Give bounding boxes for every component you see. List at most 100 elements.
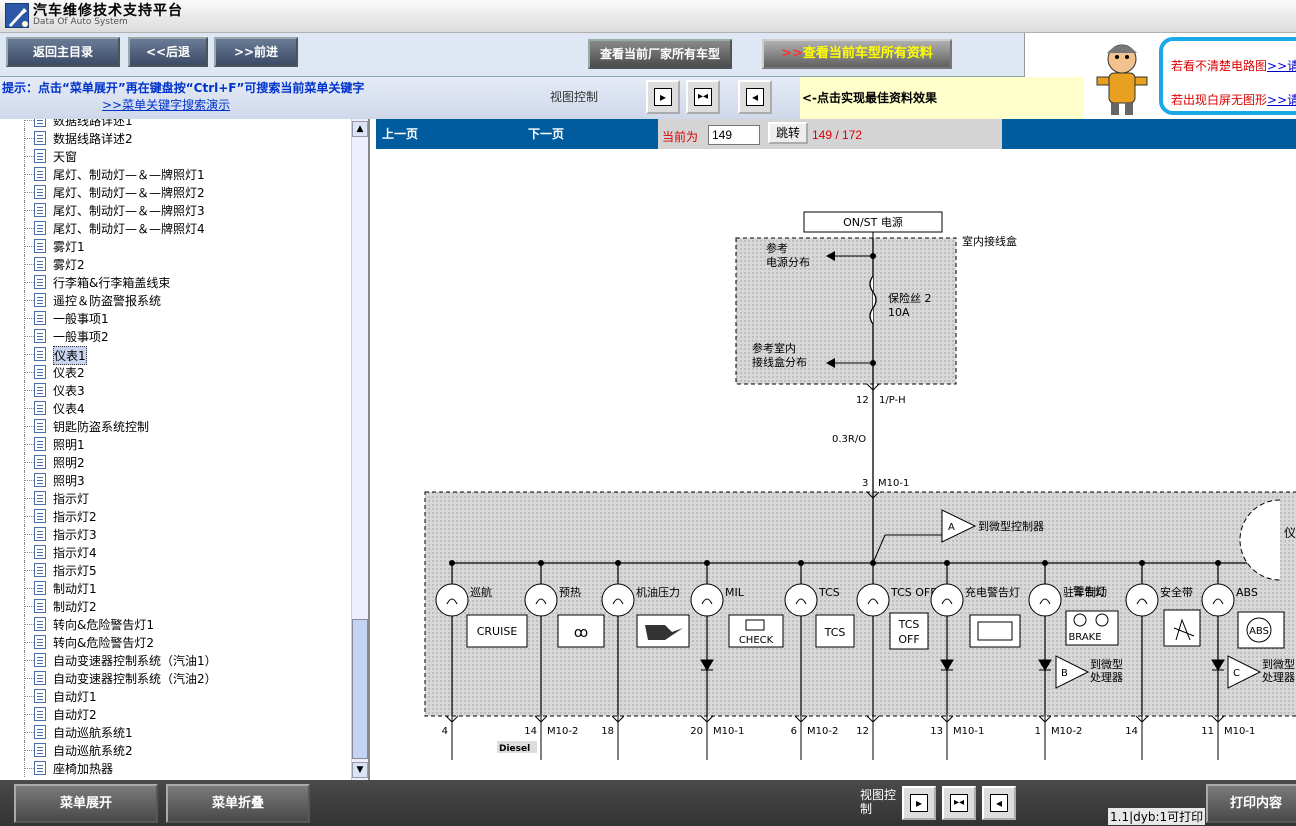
tree-line bbox=[24, 318, 34, 319]
ref-jb-label: 参考室内 bbox=[752, 341, 796, 355]
wiring-diagram: ON/ST 电源 室内接线盒 参考 电源分布 参考室内 接线盒分布 保险丝 2 … bbox=[376, 149, 1296, 780]
tree-line bbox=[24, 678, 34, 679]
menu-tree: 数据线路详述1 数据线路详述2 天窗 尾灯、制动灯—＆—牌照灯1 尾灯、制动灯—＆—牌照… bbox=[0, 119, 370, 780]
forward-button[interactable]: >>前进 bbox=[214, 37, 298, 67]
lamp-label: TCS OFF bbox=[890, 586, 937, 599]
document-icon bbox=[34, 383, 46, 397]
tree-item[interactable]: 行李箱&行李箱盖线束 bbox=[0, 273, 350, 291]
bottom-view-left-button[interactable]: ◂ bbox=[982, 786, 1016, 820]
tree-item-label: 尾灯、制动灯—＆—牌照灯1 bbox=[53, 168, 205, 182]
tree-item[interactable]: 仪表4 bbox=[0, 399, 350, 417]
view-all-models-button[interactable]: 查看当前厂家所有车型 bbox=[588, 39, 732, 69]
tree-item[interactable]: 自动灯2 bbox=[0, 705, 350, 723]
tree-item[interactable]: 尾灯、制动灯—＆—牌照灯3 bbox=[0, 201, 350, 219]
back-button[interactable]: <<后退 bbox=[128, 37, 208, 67]
tree-item[interactable]: 尾灯、制动灯—＆—牌照灯4 bbox=[0, 219, 350, 237]
view-fit-width-button[interactable]: ▸◂ bbox=[686, 80, 720, 114]
tree-item[interactable]: 自动巡航系统1 bbox=[0, 723, 350, 741]
pin-number: 20 bbox=[690, 726, 703, 737]
lamp-bulb-icon bbox=[930, 583, 964, 617]
print-button[interactable]: 打印内容 bbox=[1206, 784, 1296, 823]
tree-item[interactable]: 制动灯1 bbox=[0, 579, 350, 597]
view-fit-left-button[interactable]: ◂ bbox=[738, 80, 772, 114]
prev-page-link[interactable]: 上一页 bbox=[382, 125, 418, 142]
tree-item[interactable]: 指示灯3 bbox=[0, 525, 350, 543]
scroll-up-icon[interactable]: ▲ bbox=[352, 121, 368, 137]
tree-item[interactable]: 雾灯2 bbox=[0, 255, 350, 273]
tree-item[interactable]: 指示灯2 bbox=[0, 507, 350, 525]
arrows-inward-icon: ▸◂ bbox=[694, 88, 712, 106]
home-button[interactable]: 返回主目录 bbox=[6, 37, 120, 67]
jump-button[interactable]: 跳转 bbox=[768, 122, 808, 144]
lamp-label: 充电警告灯 bbox=[965, 585, 1020, 599]
tree-item[interactable]: 制动灯2 bbox=[0, 597, 350, 615]
conn1-pin: 12 bbox=[856, 395, 869, 406]
tree-line bbox=[24, 210, 34, 211]
scroll-down-icon[interactable]: ▼ bbox=[352, 762, 368, 778]
menu-collapse-button[interactable]: 菜单折叠 bbox=[166, 784, 310, 823]
tree-item[interactable]: 指示灯 bbox=[0, 489, 350, 507]
pin-number: 4 bbox=[442, 726, 448, 737]
tree-item-label: 数据线路详述1 bbox=[53, 119, 133, 128]
tree-item[interactable]: 指示灯5 bbox=[0, 561, 350, 579]
arrow-right-icon: ▸ bbox=[654, 88, 672, 106]
search-demo-link[interactable]: >>菜单关键字搜索演示 bbox=[102, 96, 230, 113]
tree-line bbox=[24, 696, 34, 697]
tree-item[interactable]: 转向&危险警告灯2 bbox=[0, 633, 350, 651]
current-page-label: 当前为 bbox=[662, 130, 699, 144]
tree-line bbox=[24, 660, 34, 661]
tree-item-label: 转向&危险警告灯2 bbox=[53, 636, 154, 650]
tree-item[interactable]: 仪表1 bbox=[0, 345, 350, 365]
tree-item[interactable]: 钥匙防盗系统控制 bbox=[0, 417, 350, 435]
ad-link-1[interactable]: >>请 bbox=[1267, 59, 1296, 73]
tree-item[interactable]: 自动灯1 bbox=[0, 687, 350, 705]
bottom-view-width-button[interactable]: ▸◂ bbox=[942, 786, 976, 820]
page-number-input[interactable]: 149 bbox=[708, 125, 760, 145]
arrow-left-icon: ◂ bbox=[746, 88, 764, 106]
tree-line bbox=[24, 642, 34, 643]
tree-item[interactable]: 遥控＆防盗警报系统 bbox=[0, 291, 350, 309]
tree-item[interactable]: 自动变速器控制系统（汽油2） bbox=[0, 669, 350, 687]
tree-item[interactable]: 雾灯1 bbox=[0, 237, 350, 255]
scroll-thumb[interactable] bbox=[352, 619, 368, 759]
tree-item-label: 自动灯1 bbox=[53, 690, 97, 704]
tree-item[interactable]: 尾灯、制动灯—＆—牌照灯2 bbox=[0, 183, 350, 201]
ad-link-2[interactable]: >>请 bbox=[1267, 93, 1296, 107]
view-current-model-button[interactable]: >>查看当前车型所有资料 bbox=[762, 39, 952, 69]
tree-item[interactable]: 仪表3 bbox=[0, 381, 350, 399]
tree-item[interactable]: 一般事项2 bbox=[0, 327, 350, 345]
tree-item-label: 仪表4 bbox=[53, 402, 85, 416]
tree-item[interactable]: 自动变速器控制系统（汽油1） bbox=[0, 651, 350, 669]
diesel-label: Diesel bbox=[499, 744, 530, 754]
bottom-view-right-button[interactable]: ▸ bbox=[902, 786, 936, 820]
tree-item[interactable]: 照明1 bbox=[0, 435, 350, 453]
lamp-label: MIL bbox=[725, 586, 745, 599]
tree-item[interactable]: 数据线路详述1 bbox=[0, 119, 350, 129]
to-proc-c-2: 处理器 bbox=[1262, 671, 1295, 684]
document-icon bbox=[34, 419, 46, 433]
document-icon bbox=[34, 329, 46, 343]
junction-box-label: 室内接线盒 bbox=[962, 234, 1017, 248]
tree-item-label: 天窗 bbox=[53, 150, 78, 164]
tree-item[interactable]: 指示灯4 bbox=[0, 543, 350, 561]
tree-item[interactable]: 自动巡航系统2 bbox=[0, 741, 350, 759]
tree-item[interactable]: 座椅加热器 bbox=[0, 759, 350, 777]
tree-scrollbar[interactable]: ▲ ▼ bbox=[351, 119, 368, 780]
document-icon bbox=[34, 653, 46, 667]
tree-item[interactable]: 数据线路详述2 bbox=[0, 129, 350, 147]
tree-item[interactable]: 转向&危险警告灯1 bbox=[0, 615, 350, 633]
next-page-link[interactable]: 下一页 bbox=[528, 125, 564, 142]
tree-item[interactable]: 一般事项1 bbox=[0, 309, 350, 327]
bottom-bar: 菜单展开 菜单折叠 视图控制 ▸ ▸◂ ◂ 1.1|dyb:1可打印 打印内容 bbox=[0, 780, 1296, 826]
tree-item[interactable]: 照明2 bbox=[0, 453, 350, 471]
tree-line bbox=[24, 444, 34, 445]
menu-expand-button[interactable]: 菜单展开 bbox=[14, 784, 158, 823]
view-fit-right-button[interactable]: ▸ bbox=[646, 80, 680, 114]
tree-line bbox=[24, 228, 34, 229]
tree-item[interactable]: 仪表2 bbox=[0, 363, 350, 381]
tree-item[interactable]: 天窗 bbox=[0, 147, 350, 165]
tree-item[interactable]: 尾灯、制动灯—＆—牌照灯1 bbox=[0, 165, 350, 183]
tree-item-label: 指示灯3 bbox=[53, 528, 97, 542]
park-brake-label-2: 警告灯 bbox=[1073, 584, 1106, 598]
tree-item[interactable]: 照明3 bbox=[0, 471, 350, 489]
